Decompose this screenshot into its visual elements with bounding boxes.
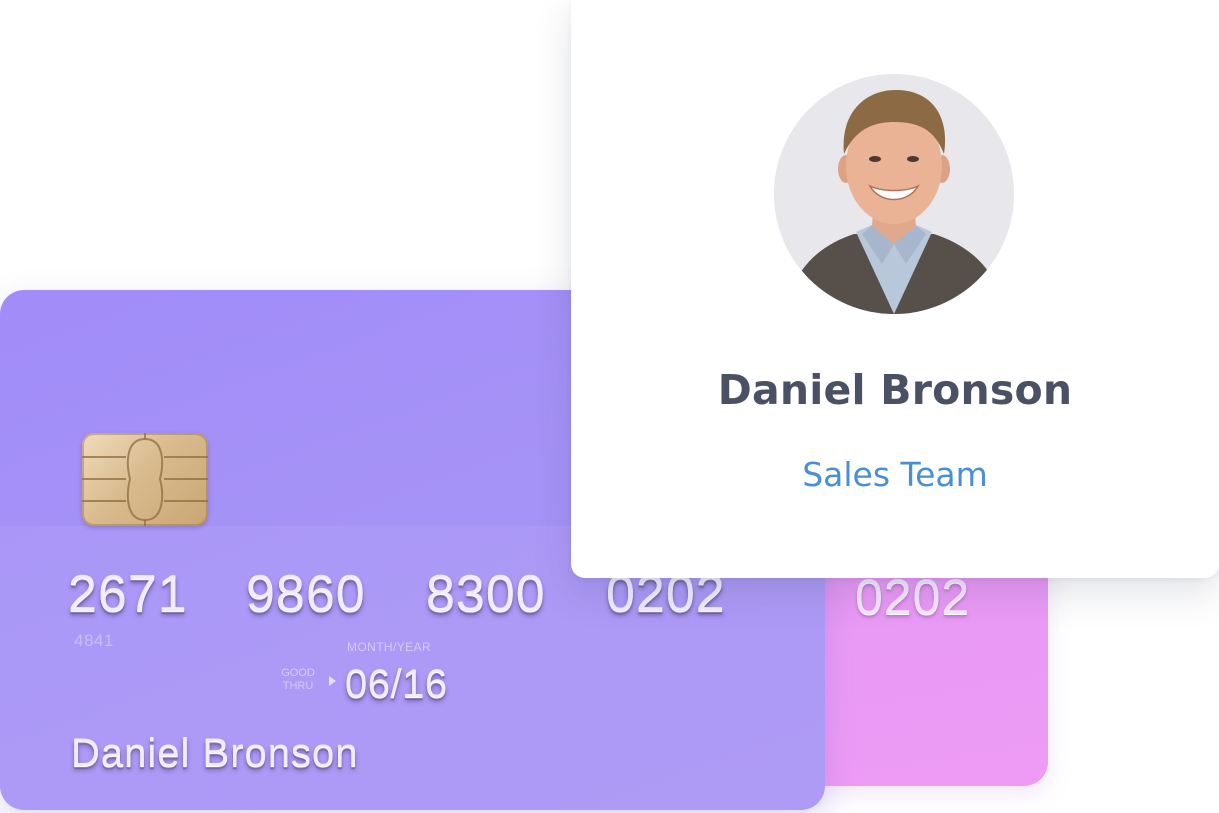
- triangle-right-icon: [329, 676, 336, 686]
- card-expiry: 06/16: [345, 662, 448, 706]
- emv-chip-icon: [82, 433, 208, 526]
- avatar-portrait-icon: [774, 74, 1014, 314]
- good-label: GOOD: [281, 667, 315, 679]
- month-year-label: MONTH/YEAR: [347, 640, 432, 654]
- profile-avatar: [774, 74, 1014, 314]
- card-small-digits: 4841: [74, 631, 114, 650]
- good-thru-label: GOOD THRU: [277, 667, 319, 693]
- card-number-group-1: 2671: [68, 565, 188, 623]
- card-holder-name: Daniel Bronson: [71, 731, 359, 775]
- profile-card: Daniel Bronson Sales Team: [571, 0, 1219, 578]
- card-number-group-2: 9860: [246, 565, 366, 623]
- profile-team: Sales Team: [802, 455, 988, 494]
- profile-name: Daniel Bronson: [717, 366, 1073, 414]
- thru-label: THRU: [282, 680, 314, 692]
